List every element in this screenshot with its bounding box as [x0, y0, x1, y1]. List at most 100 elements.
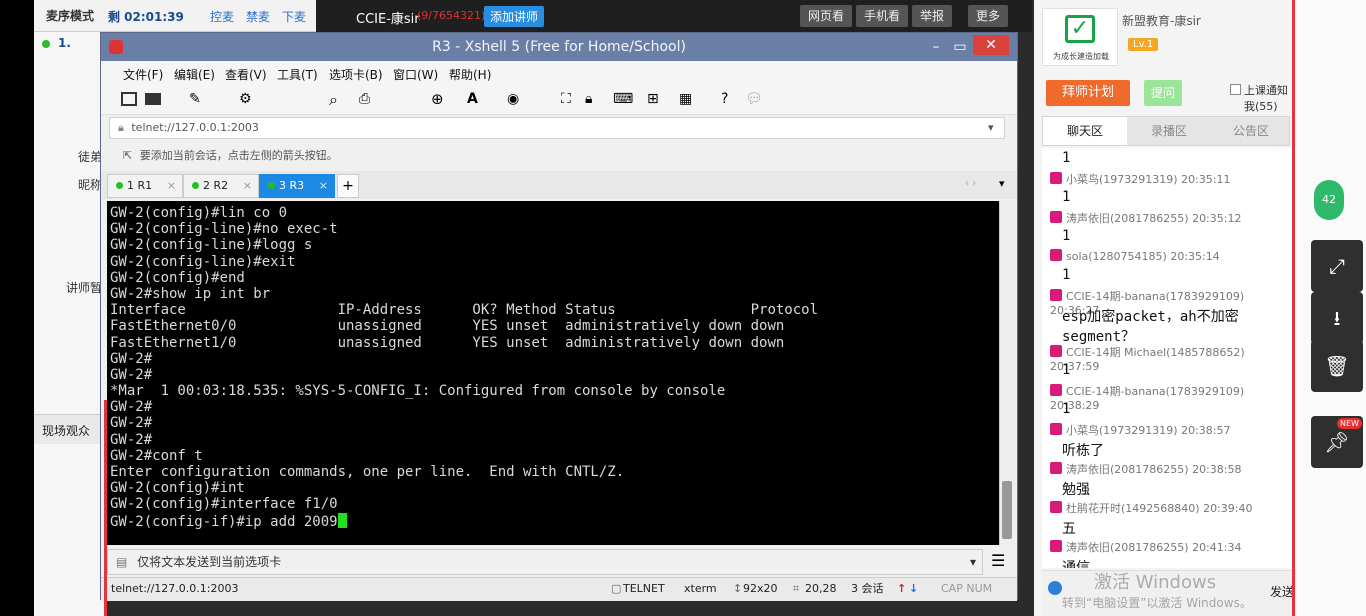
- terminal-line: GW-2#conf t: [110, 447, 203, 464]
- status-term: xterm: [684, 582, 717, 595]
- activate-watermark-sub: 转到“电脑设置”以激活 Windows。: [1062, 596, 1252, 610]
- terminal-line: GW-2(config-if)#ip add 2009: [110, 512, 999, 530]
- tab-r3[interactable]: 3 R3 ×: [259, 174, 335, 198]
- hint-arrow-icon[interactable]: ⇱: [123, 149, 132, 162]
- lock-icon[interactable]: 🔒︎: [585, 91, 592, 107]
- status-protocol: TELNET: [623, 582, 665, 595]
- terminal-scroll-thumb[interactable]: [1002, 481, 1012, 539]
- menu-help[interactable]: 帮助(H): [449, 66, 491, 83]
- compose-bar[interactable]: ▤ 仅将文本发送到当前选项卡 ▾: [107, 549, 983, 575]
- address-dropdown-icon[interactable]: ▾: [988, 118, 994, 138]
- notify-label: 上课通知我(55): [1244, 84, 1288, 113]
- compose-menu-icon[interactable]: ☰: [991, 551, 1005, 570]
- gift-icon: [1050, 384, 1062, 396]
- chat-author[interactable]: 小菜鸟(1973291319) 20:38:57: [1050, 422, 1230, 438]
- open-folder-icon[interactable]: [145, 93, 161, 105]
- trash-icon[interactable]: 🗑︎: [1311, 340, 1363, 392]
- menu-view[interactable]: 查看(V): [225, 66, 267, 83]
- chat-author[interactable]: sola(1280754185) 20:35:14: [1050, 249, 1220, 263]
- new-tab-button[interactable]: +: [337, 174, 359, 198]
- find-icon[interactable]: ⌕: [329, 90, 338, 110]
- channel-count: (9/7654321): [417, 9, 486, 22]
- hint-text: 要添加当前会话，点击左侧的箭头按钮。: [139, 149, 338, 162]
- tab-recording[interactable]: 录播区: [1127, 117, 1211, 145]
- mobile-view-button[interactable]: 手机看: [856, 5, 909, 27]
- properties-icon[interactable]: ⚙: [239, 91, 252, 107]
- menu-edit[interactable]: 编辑(E): [174, 66, 215, 83]
- terminal-line: GW-2#: [110, 431, 153, 448]
- terminal-line: Enter configuration commands, one per li…: [110, 464, 625, 480]
- left-label-nickname: 昵称: [78, 178, 103, 192]
- more-button[interactable]: 更多: [968, 5, 1009, 27]
- terminal[interactable]: GW-2(config)#lin co 0 GW-2(config-line)#n…: [107, 201, 999, 545]
- terminal-line: GW-2#: [110, 415, 153, 432]
- minimize-icon[interactable]: –: [925, 33, 947, 61]
- address-bar[interactable]: 🔒︎ telnet://127.0.0.1:2003 ▾: [109, 117, 1005, 139]
- ban-mic-link[interactable]: 禁麦: [246, 8, 270, 25]
- status-lock-icon: ▢: [611, 582, 622, 595]
- add-teacher-button[interactable]: 添加讲师: [484, 6, 545, 27]
- print-icon[interactable]: ⎙: [359, 91, 370, 107]
- close-icon[interactable]: ✕: [973, 35, 1009, 55]
- maximize-icon[interactable]: ▭: [949, 33, 971, 61]
- globe-icon[interactable]: ⊕: [431, 90, 444, 108]
- mic-rank: 1.: [58, 36, 71, 50]
- report-button[interactable]: 举报: [912, 5, 953, 27]
- chat-message: 1: [1062, 267, 1071, 283]
- tab-menu-icon[interactable]: ▾: [999, 177, 1005, 190]
- tab-r1[interactable]: 1 R1 ×: [107, 174, 183, 198]
- terminal-line: FastEthernet0/0 unassigned YES unset adm…: [110, 318, 785, 335]
- chat-message: 1: [1062, 150, 1071, 166]
- share-icon[interactable]: ⤢: [1311, 240, 1363, 292]
- tab-scroll-icon[interactable]: ‹ ›: [965, 178, 976, 189]
- menu-file[interactable]: 文件(F): [123, 66, 163, 83]
- address-input[interactable]: telnet://127.0.0.1:2003: [131, 121, 259, 134]
- online-dot-icon: [42, 40, 50, 48]
- gift-icon: [1050, 462, 1062, 474]
- chat-author[interactable]: 涛声依旧(2081786255) 20:38:58: [1050, 461, 1241, 477]
- layout-icon[interactable]: ▦: [679, 91, 692, 107]
- online-count-badge[interactable]: 42: [1314, 180, 1344, 220]
- toolbar: ✎ ⚙ ⌕ ⎙ ⊕ A ◉ ⛶ 🔒︎ ⌨ ⊞ ▦ ? 💬︎: [101, 85, 1017, 115]
- fullscreen-icon[interactable]: ⛶: [561, 91, 571, 107]
- gift-icon: [1050, 540, 1062, 552]
- control-mic-link[interactable]: 控麦: [210, 8, 234, 25]
- logo-caption: 为成长建造加载: [1053, 52, 1109, 61]
- new-session-icon[interactable]: [121, 92, 137, 106]
- help-icon[interactable]: ?: [721, 91, 728, 107]
- chat-author[interactable]: 涛声依旧(2081786255) 20:41:34: [1050, 539, 1241, 555]
- tab-r2[interactable]: 2 R2 ×: [183, 174, 259, 198]
- address-lock-icon: 🔒︎: [118, 121, 124, 134]
- terminal-line: GW-2(config-line)#logg s: [110, 237, 313, 254]
- mentor-plan-button[interactable]: 拜师计划: [1046, 80, 1130, 106]
- chat-author[interactable]: 涛声依旧(2081786255) 20:35:12: [1050, 210, 1241, 226]
- emoji-icon[interactable]: [1048, 581, 1062, 595]
- chat-icon[interactable]: 💬︎: [745, 91, 763, 107]
- xftp-icon[interactable]: ◉: [507, 91, 519, 107]
- ask-button[interactable]: 提问: [1144, 80, 1182, 106]
- add-tab-icon[interactable]: ⊞: [647, 91, 659, 107]
- menu-tools[interactable]: 工具(T): [277, 66, 318, 83]
- mic-mode-label[interactable]: 麦序模式: [46, 7, 94, 24]
- web-view-button[interactable]: 网页看: [800, 5, 853, 27]
- chat-message: 五: [1062, 521, 1076, 537]
- tab-notice[interactable]: 公告区: [1211, 117, 1291, 145]
- send-button[interactable]: 发送: [1270, 583, 1294, 600]
- chat-list: 1 小菜鸟(1973291319) 20:35:11 1 涛声依旧(208178625…: [1042, 148, 1296, 568]
- terminal-line: GW-2#show ip int br: [110, 285, 271, 302]
- menu-tabs[interactable]: 选项卡(B): [329, 66, 383, 83]
- status-sessions: 3 会话: [851, 582, 884, 595]
- reconnect-icon[interactable]: ✎: [189, 91, 201, 107]
- chat-author[interactable]: 杜鹃花开时(1492568840) 20:39:40: [1050, 500, 1252, 516]
- notify-checkbox[interactable]: [1230, 84, 1241, 95]
- tab-chat[interactable]: 聊天区: [1043, 117, 1127, 145]
- drop-mic-link[interactable]: 下麦: [282, 8, 306, 25]
- font-icon[interactable]: A: [467, 91, 478, 107]
- download-icon[interactable]: ⭳: [1311, 292, 1363, 344]
- chat-message: 通信: [1062, 560, 1090, 568]
- menu-window[interactable]: 窗口(W): [393, 66, 438, 83]
- keyboard-icon[interactable]: ⌨: [613, 91, 633, 107]
- chat-author[interactable]: 小菜鸟(1973291319) 20:35:11: [1050, 171, 1230, 187]
- compose-dropdown-icon[interactable]: ▾: [970, 550, 976, 574]
- compose-icon: ▤: [116, 555, 128, 569]
